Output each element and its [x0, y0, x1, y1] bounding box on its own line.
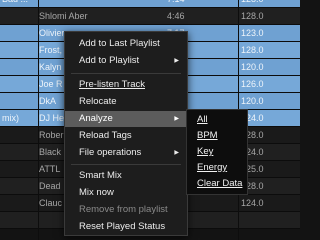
menu-analyze[interactable]: Analyze ▶ [65, 111, 187, 127]
menu-item-label: Mix now [79, 187, 114, 198]
menu-add-to-playlist[interactable]: Add to Playlist ▶ [65, 53, 187, 69]
menu-remove-from-playlist[interactable]: Remove from playlist [65, 202, 187, 218]
menu-separator [71, 73, 181, 74]
track-bpm-cell: 125.0 [241, 164, 264, 174]
menu-reset-played-status[interactable]: Reset Played Status [65, 219, 187, 235]
menu-item-label: Add to Playlist [79, 55, 140, 66]
submenu-bpm[interactable]: BPM [187, 128, 247, 144]
menu-relocate[interactable]: Relocate [65, 94, 187, 110]
track-title-cell: mix) [2, 113, 19, 123]
menu-item-label: Reset Played Status [79, 221, 166, 232]
track-length-cell: 4:46 [167, 11, 185, 21]
track-title-cell: Bad ... [2, 0, 38, 7]
menu-item-label: Analyze [79, 113, 113, 124]
track-bpm-cell: 120.0 [241, 96, 264, 106]
track-bpm-cell: 128.0 [241, 0, 300, 7]
menu-item-label: Smart Mix [79, 170, 122, 181]
menu-reload-tags[interactable]: Reload Tags [65, 128, 187, 144]
submenu-item-label: BPM [197, 130, 218, 141]
menu-add-to-last-playlist[interactable]: Add to Last Playlist [65, 36, 187, 52]
track-bpm-cell: 126.0 [241, 79, 264, 89]
submenu-item-label: All [197, 114, 208, 125]
track-bpm-cell: 123.0 [241, 28, 264, 38]
menu-mix-now[interactable]: Mix now [65, 185, 187, 201]
track-context-menu: Add to Last Playlist Add to Playlist ▶ Pr… [64, 31, 188, 236]
submenu-arrow-icon: ▶ [174, 150, 179, 156]
menu-pre-listen-track[interactable]: Pre-listen Track [65, 77, 187, 93]
menu-separator [71, 164, 181, 165]
submenu-energy[interactable]: Energy [187, 160, 247, 176]
track-bpm-cell: 128.0 [241, 11, 264, 21]
analyze-submenu: All BPM Key Energy Clear Data [186, 109, 248, 195]
menu-smart-mix[interactable]: Smart Mix [65, 168, 187, 184]
track-bpm-cell: 124.0 [241, 147, 264, 157]
submenu-all[interactable]: All [187, 112, 247, 128]
submenu-arrow-icon: ▶ [174, 58, 179, 64]
menu-item-label: Remove from playlist [79, 204, 168, 215]
submenu-clear-data[interactable]: Clear Data [187, 176, 247, 192]
menu-file-operations[interactable]: File operations ▶ [65, 145, 187, 161]
menu-item-label: Relocate [79, 96, 117, 107]
track-row[interactable]: Shlomi Aber 4:46 128.0 [0, 8, 300, 25]
track-bpm-cell: 124.0 [241, 113, 264, 123]
track-bpm-cell: 128.0 [241, 181, 264, 191]
menu-item-label: Add to Last Playlist [79, 38, 160, 49]
submenu-arrow-icon: ▶ [174, 116, 179, 122]
menu-item-label: File operations [79, 147, 142, 158]
submenu-item-label: Energy [197, 162, 228, 173]
track-bpm-cell: 128.0 [241, 130, 264, 140]
column-divider [38, 0, 39, 240]
submenu-key[interactable]: Key [187, 144, 247, 160]
track-length-cell: 7:14 [167, 0, 237, 7]
track-artist-cell: Shlomi Aber [39, 11, 88, 21]
menu-item-label: Reload Tags [79, 130, 132, 141]
track-row[interactable]: Bad ... 7:14 128.0 [0, 0, 300, 8]
track-bpm-cell: 120.0 [241, 62, 264, 72]
track-bpm-cell: 128.0 [241, 45, 264, 55]
submenu-item-label: Clear Data [197, 178, 243, 189]
track-bpm-cell: 124.0 [241, 198, 264, 208]
submenu-item-label: Key [197, 146, 214, 157]
menu-item-label: Pre-listen Track [79, 79, 145, 90]
